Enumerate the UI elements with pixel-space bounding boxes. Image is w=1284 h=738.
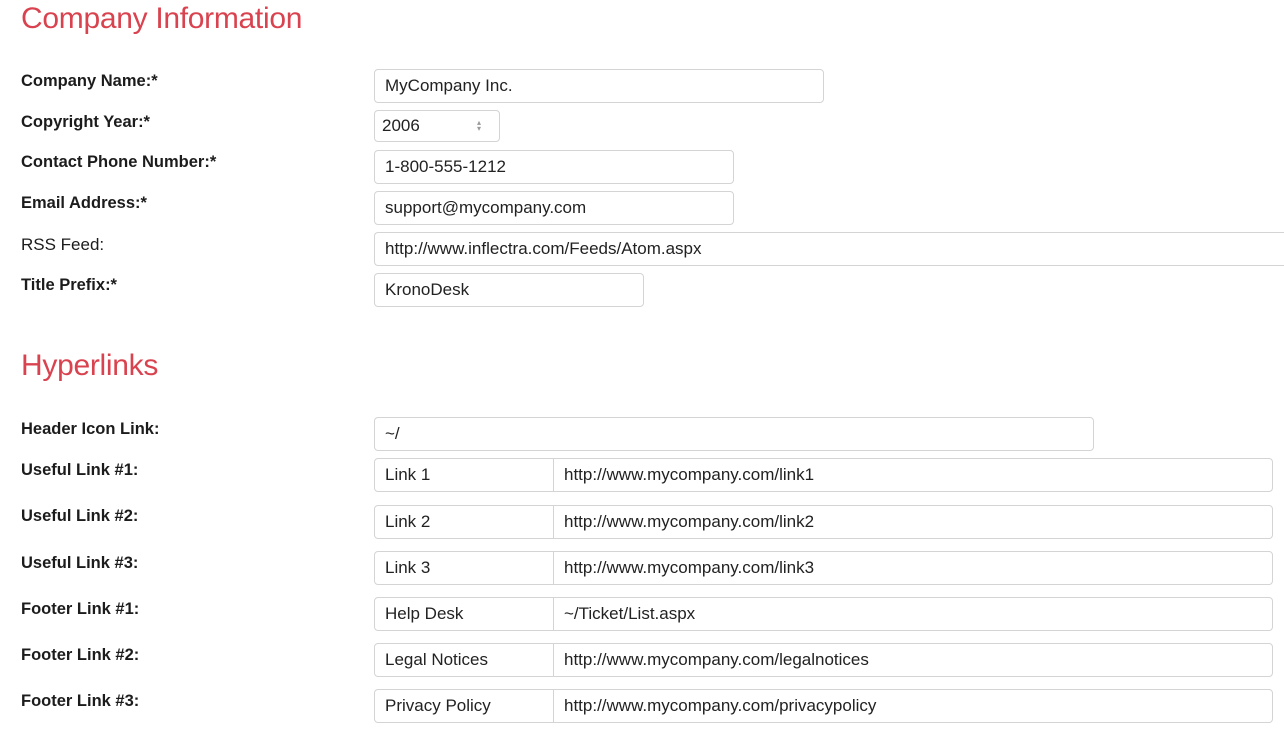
contact-phone-label: Contact Phone Number:* <box>21 153 217 171</box>
footer-link-2-group: Legal Notices http://www.mycompany.com/l… <box>374 643 1273 677</box>
copyright-year-input[interactable]: 2006 ▴ ▾ <box>374 110 500 142</box>
copyright-year-label: Copyright Year:* <box>21 113 150 131</box>
rss-feed-label: RSS Feed: <box>21 235 105 254</box>
company-name-input[interactable]: MyCompany Inc. <box>374 69 824 103</box>
useful-link-1-text-input[interactable]: Link 1 <box>375 459 554 491</box>
footer-link-1-label: Footer Link #1: <box>21 600 140 618</box>
company-name-label: Company Name:* <box>21 72 158 90</box>
email-address-input[interactable]: support@mycompany.com <box>374 191 734 225</box>
useful-link-3-label: Useful Link #3: <box>21 554 139 572</box>
footer-link-3-label: Footer Link #3: <box>21 692 140 710</box>
useful-link-2-text-input[interactable]: Link 2 <box>375 506 554 538</box>
footer-link-2-text-input[interactable]: Legal Notices <box>375 644 554 676</box>
rss-feed-input[interactable]: http://www.inflectra.com/Feeds/Atom.aspx <box>374 232 1284 266</box>
footer-link-1-group: Help Desk ~/Ticket/List.aspx <box>374 597 1273 631</box>
useful-link-3-group: Link 3 http://www.mycompany.com/link3 <box>374 551 1273 585</box>
useful-link-2-url-input[interactable]: http://www.mycompany.com/link2 <box>554 506 1272 538</box>
useful-link-3-url-input[interactable]: http://www.mycompany.com/link3 <box>554 552 1272 584</box>
footer-link-2-label: Footer Link #2: <box>21 646 140 664</box>
footer-link-3-url-input[interactable]: http://www.mycompany.com/privacypolicy <box>554 690 1272 722</box>
useful-link-2-group: Link 2 http://www.mycompany.com/link2 <box>374 505 1273 539</box>
hyperlinks-heading: Hyperlinks <box>21 349 159 382</box>
header-icon-link-input[interactable]: ~/ <box>374 417 1094 451</box>
copyright-year-value: 2006 <box>382 116 420 135</box>
footer-link-1-url-input[interactable]: ~/Ticket/List.aspx <box>554 598 1272 630</box>
number-spinner-icon[interactable]: ▴ ▾ <box>477 119 481 133</box>
useful-link-2-label: Useful Link #2: <box>21 507 139 525</box>
company-information-heading: Company Information <box>21 2 303 35</box>
title-prefix-input[interactable]: KronoDesk <box>374 273 644 307</box>
email-address-label: Email Address:* <box>21 194 147 212</box>
footer-link-1-text-input[interactable]: Help Desk <box>375 598 554 630</box>
contact-phone-input[interactable]: 1-800-555-1212 <box>374 150 734 184</box>
footer-link-2-url-input[interactable]: http://www.mycompany.com/legalnotices <box>554 644 1272 676</box>
useful-link-3-text-input[interactable]: Link 3 <box>375 552 554 584</box>
useful-link-1-label: Useful Link #1: <box>21 461 139 479</box>
footer-link-3-group: Privacy Policy http://www.mycompany.com/… <box>374 689 1273 723</box>
footer-link-3-text-input[interactable]: Privacy Policy <box>375 690 554 722</box>
header-icon-link-label: Header Icon Link: <box>21 420 160 438</box>
useful-link-1-url-input[interactable]: http://www.mycompany.com/link1 <box>554 459 1272 491</box>
title-prefix-label: Title Prefix:* <box>21 276 117 294</box>
useful-link-1-group: Link 1 http://www.mycompany.com/link1 <box>374 458 1273 492</box>
